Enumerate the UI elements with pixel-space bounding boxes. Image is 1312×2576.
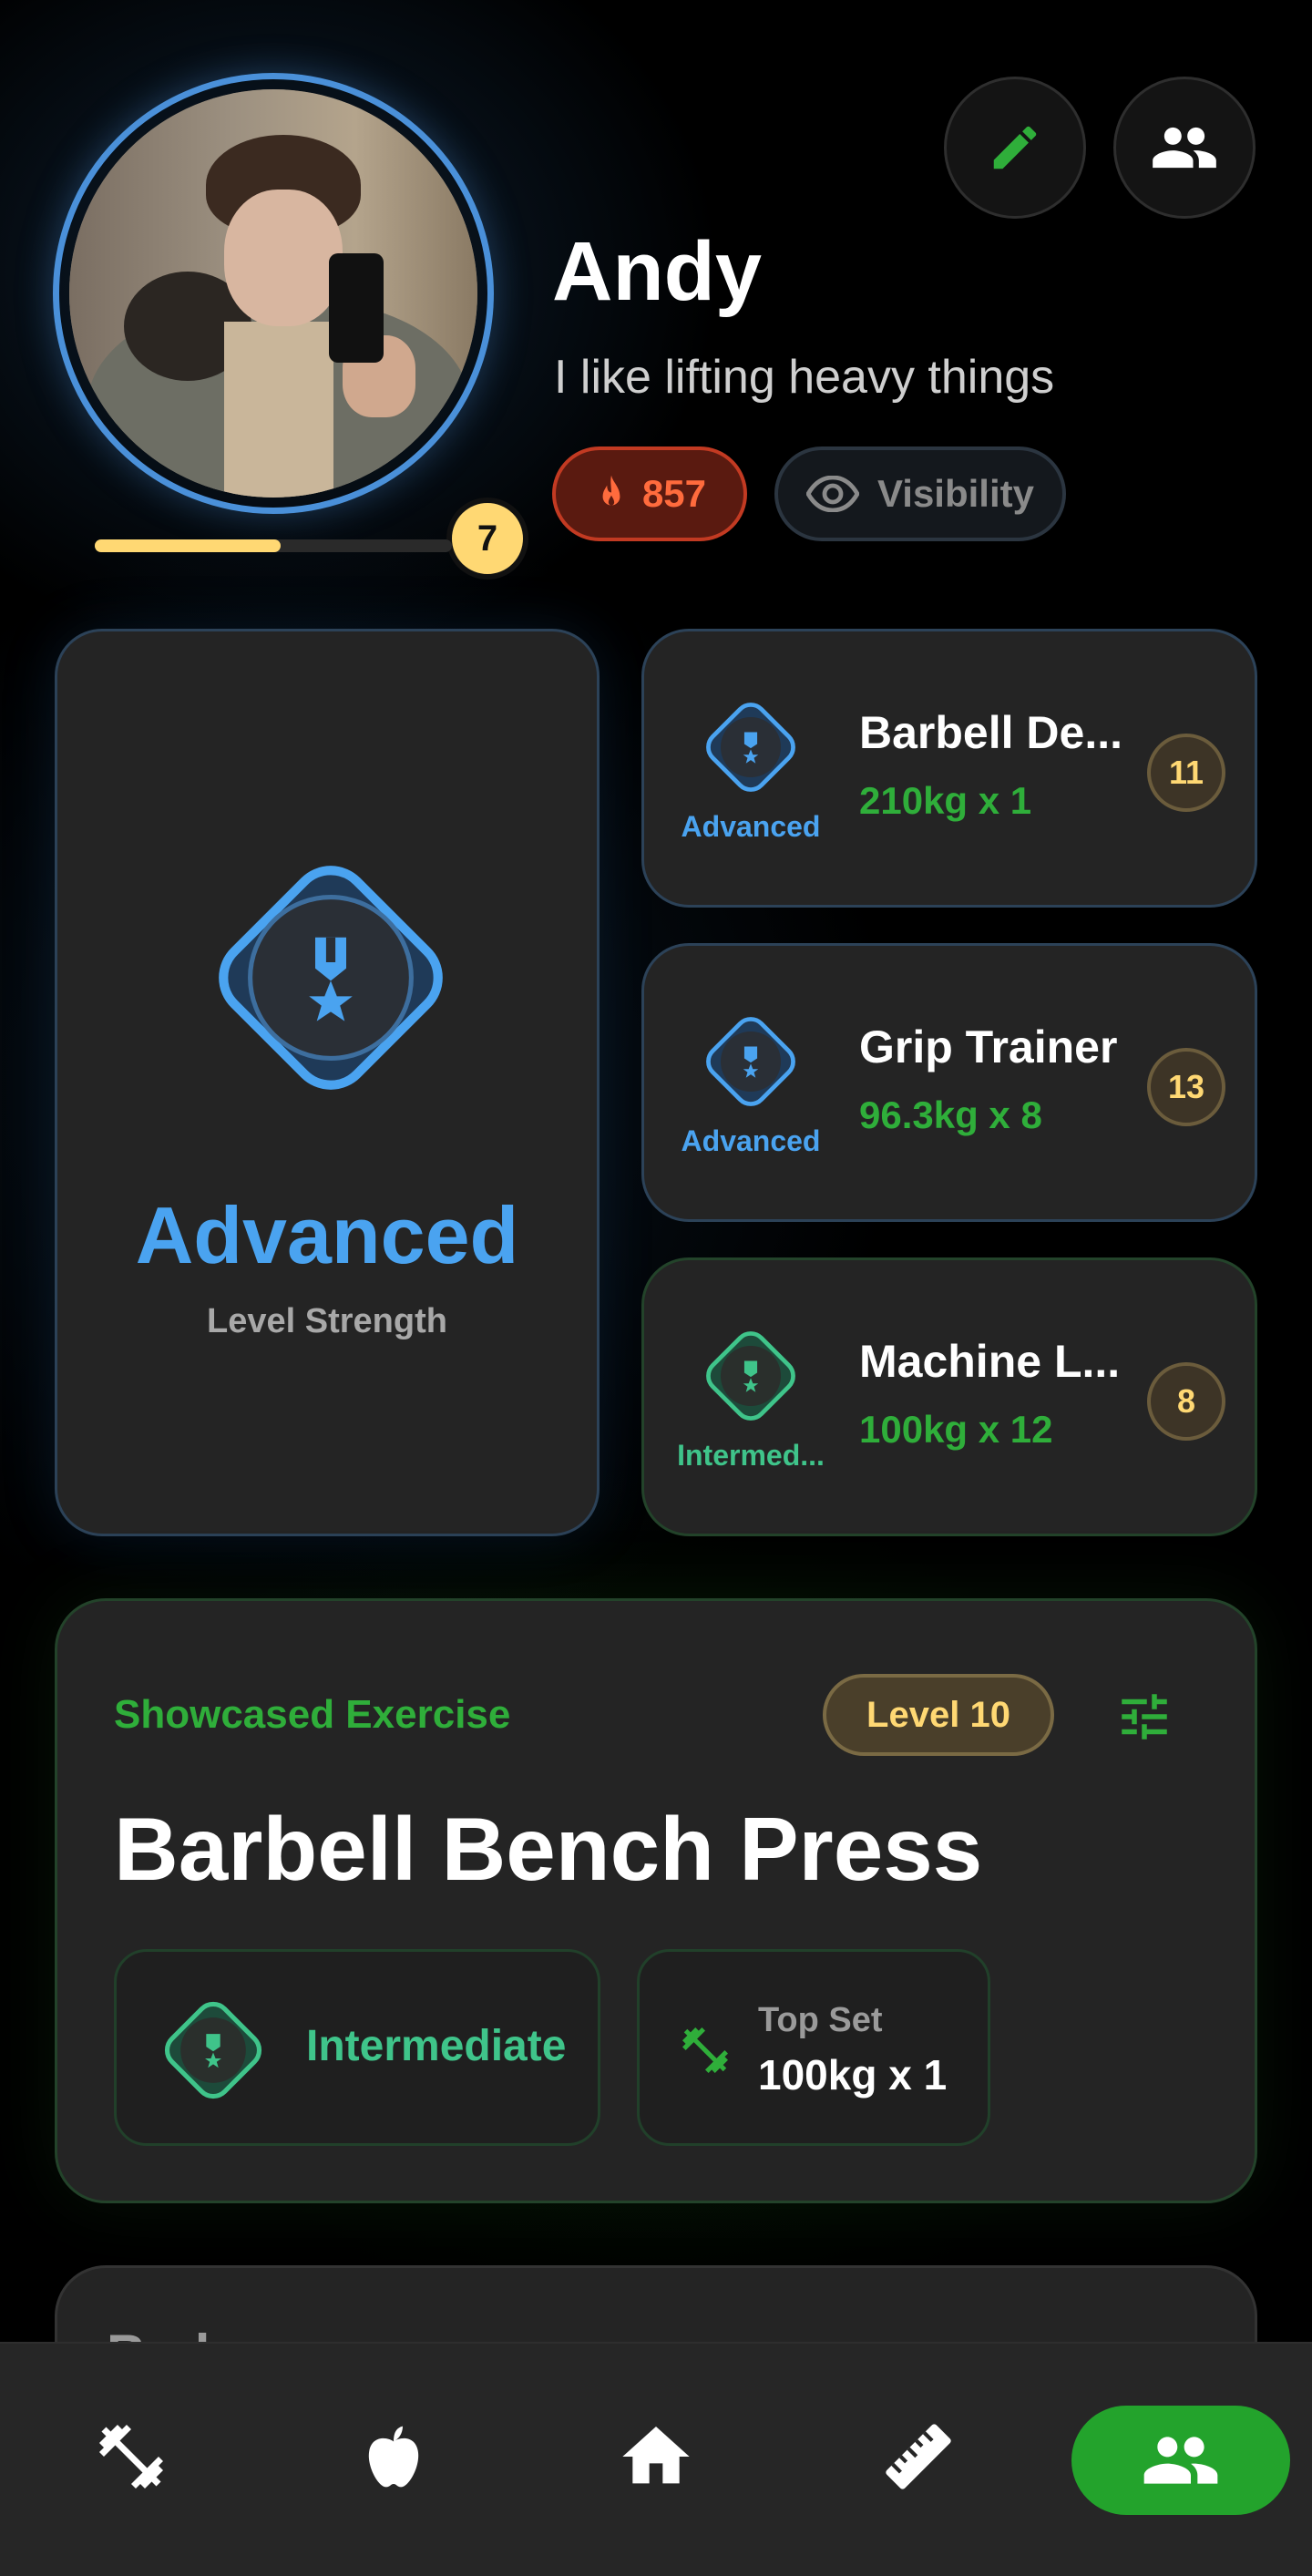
showcase-rank: Intermediate <box>306 2022 567 2070</box>
exercise-name: Barbell De... <box>859 707 1122 758</box>
home-icon <box>622 2427 690 2484</box>
exercise-rank: Intermed... <box>677 1439 825 1472</box>
top-exercise-card[interactable]: Advanced Barbell De... 210kg x 1 11 <box>641 629 1257 908</box>
avatar-photo <box>69 89 477 498</box>
friends-button[interactable] <box>1113 77 1256 219</box>
edit-profile-button[interactable] <box>944 77 1086 219</box>
medal-icon <box>219 866 443 1090</box>
showcase-label: Showcased Exercise <box>114 1692 511 1737</box>
exercise-rank: Advanced <box>681 810 821 843</box>
top-set-value: 100kg x 1 <box>758 2051 948 2099</box>
exercise-level-badge: 13 <box>1147 1048 1225 1126</box>
exercise-name: Grip Trainer <box>859 1021 1118 1072</box>
nav-home[interactable] <box>601 2402 711 2511</box>
nav-measurements[interactable] <box>864 2402 973 2511</box>
showcased-exercise-card[interactable]: Showcased Exercise Level 10 Barbell Benc… <box>55 1598 1257 2203</box>
pencil-icon <box>993 126 1037 169</box>
medal-icon <box>164 2001 262 2099</box>
top-set-label: Top Set <box>758 2001 883 2039</box>
medal-icon <box>706 703 795 792</box>
exercise-value: 210kg x 1 <box>859 779 1032 822</box>
streak-count: 857 <box>641 472 707 515</box>
showcase-title: Barbell Bench Press <box>114 1799 983 1899</box>
bottom-nav <box>0 2342 1312 2576</box>
streak-pill[interactable]: 857 <box>552 446 747 541</box>
people-icon <box>1153 127 1216 169</box>
exercise-name: Machine L... <box>859 1336 1121 1387</box>
exercise-value: 100kg x 12 <box>859 1408 1053 1451</box>
exercise-level-badge: 11 <box>1147 734 1225 812</box>
nav-workouts[interactable] <box>77 2402 186 2511</box>
dumbbell-icon <box>99 2425 163 2489</box>
xp-progress-bar <box>95 539 452 552</box>
exercise-value: 96.3kg x 8 <box>859 1093 1042 1136</box>
medal-icon <box>706 1017 795 1106</box>
visibility-pill[interactable]: Visibility <box>774 446 1066 541</box>
showcase-rank-chip: Intermediate <box>114 1949 600 2146</box>
people-icon <box>1143 2437 1218 2484</box>
nav-social[interactable] <box>1071 2406 1290 2515</box>
strength-rank: Advanced <box>135 1190 519 1280</box>
ruler-icon <box>886 2424 951 2489</box>
user-name: Andy <box>552 225 762 318</box>
avatar[interactable]: 7 <box>53 73 528 580</box>
top-set-chip: Top Set 100kg x 1 <box>637 1949 990 2146</box>
strength-level-card[interactable]: Advanced Level Strength <box>55 629 600 1536</box>
user-level-badge: 7 <box>446 498 528 580</box>
flame-icon <box>602 475 620 506</box>
top-exercise-card[interactable]: Intermed... Machine L... 100kg x 12 8 <box>641 1257 1257 1536</box>
showcase-level-badge: Level 10 <box>823 1674 1054 1756</box>
top-exercise-card[interactable]: Advanced Grip Trainer 96.3kg x 8 13 <box>641 943 1257 1222</box>
exercise-rank: Advanced <box>681 1124 821 1157</box>
dumbbell-icon <box>682 2027 728 2073</box>
exercise-level-badge: 8 <box>1147 1362 1225 1441</box>
apple-icon <box>368 2426 419 2488</box>
strength-subtitle: Level Strength <box>207 1302 447 1340</box>
xp-progress-fill <box>95 539 281 552</box>
user-bio: I like lifting heavy things <box>554 351 1055 404</box>
tune-icon[interactable] <box>1114 1687 1174 1747</box>
eye-icon <box>806 476 860 512</box>
visibility-label: Visibility <box>877 472 1034 515</box>
nav-nutrition[interactable] <box>339 2402 448 2511</box>
medal-icon <box>706 1331 795 1421</box>
